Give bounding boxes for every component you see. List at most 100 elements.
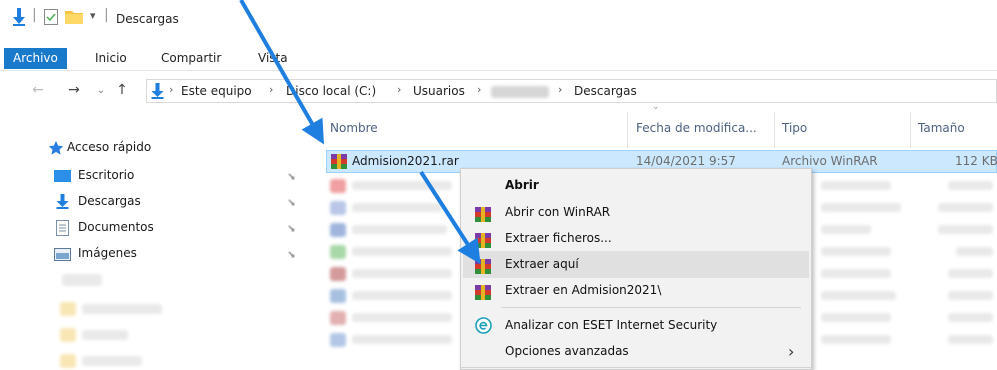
eset-icon <box>475 317 492 334</box>
redacted-file-icon <box>330 179 346 193</box>
winrar-icon <box>475 231 491 248</box>
file-date: 14/04/2021 9:57 <box>636 154 736 168</box>
downloads-icon <box>56 194 72 209</box>
column-header-tamano[interactable]: Tamaño <box>918 121 965 135</box>
tab-vista[interactable]: Vista <box>249 48 297 69</box>
recent-locations-icon[interactable]: ⌄ <box>93 85 109 96</box>
file-size: 112 KB <box>955 154 997 168</box>
sidebar-item-label: Descargas <box>78 194 141 208</box>
pin-icon[interactable]: ➟ <box>284 169 300 185</box>
menu-item-analizar-eset[interactable]: Analizar con ESET Internet Security <box>463 312 809 339</box>
navigation-pane: Acceso rápido Escritorio ➟ Descargas ➟ D… <box>0 106 320 370</box>
star-icon <box>48 140 64 155</box>
redacted-item <box>82 330 128 340</box>
pin-icon[interactable]: ➟ <box>284 195 300 211</box>
redacted-item <box>82 356 142 366</box>
menu-item-label: Abrir con WinRAR <box>505 205 611 219</box>
menu-item-label: Analizar con ESET Internet Security <box>505 318 718 332</box>
redacted-file-icon <box>330 333 346 347</box>
redacted-cell <box>821 225 871 234</box>
redacted-cell <box>938 203 993 212</box>
crumb-este-equipo[interactable]: Este equipo <box>181 84 252 98</box>
pin-icon[interactable]: ➟ <box>284 247 300 263</box>
navigation-bar: ← → ⌄ ↑ › Este equipo › Disco local (C:)… <box>0 76 997 104</box>
redacted-folder-icon <box>60 328 76 342</box>
redacted-folder-icon <box>60 302 76 316</box>
download-arrow-icon[interactable] <box>12 8 26 30</box>
winrar-icon <box>475 257 491 274</box>
crumb-usuarios[interactable]: Usuarios <box>413 84 465 98</box>
downloads-location-icon <box>151 83 164 102</box>
crumb-separator: › <box>558 83 563 96</box>
redacted-file-icon <box>330 223 346 237</box>
redacted-file-name <box>352 335 452 344</box>
redacted-item <box>62 274 102 286</box>
crumb-disco-local[interactable]: Disco local (C:) <box>286 84 376 98</box>
winrar-icon <box>475 283 491 300</box>
redacted-file-icon <box>330 267 346 281</box>
redacted-file-icon <box>330 289 346 303</box>
sort-indicator-icon: ⌄ <box>652 102 660 112</box>
menu-item-opciones-avanzadas[interactable]: Opciones avanzadas › <box>463 338 809 365</box>
redacted-file-icon <box>330 245 346 259</box>
menu-item-extraer-aqui[interactable]: Extraer aquí <box>463 251 809 278</box>
redacted-cell <box>948 269 993 278</box>
column-header-nombre[interactable]: Nombre <box>330 121 378 135</box>
crumb-separator: › <box>269 83 274 96</box>
up-arrow-icon[interactable]: ↑ <box>114 82 130 98</box>
documents-icon <box>56 220 72 236</box>
column-header-tipo[interactable]: Tipo <box>782 121 807 135</box>
tab-inicio[interactable]: Inicio <box>86 48 136 69</box>
pictures-icon <box>54 246 71 261</box>
tab-compartir[interactable]: Compartir <box>152 48 230 69</box>
menu-item-label: Abrir <box>505 178 539 192</box>
crumb-descargas[interactable]: Descargas <box>574 84 637 98</box>
file-name: Admision2021.rar <box>352 154 459 168</box>
redacted-cell <box>821 313 891 322</box>
redacted-file-name <box>352 225 447 234</box>
ribbon-tabs: Archivo Inicio Compartir Vista <box>0 44 997 71</box>
address-bar[interactable]: › Este equipo › Disco local (C:) › Usuar… <box>146 79 997 103</box>
redacted-file-name <box>352 291 452 300</box>
properties-icon[interactable] <box>44 9 58 29</box>
window-title: Descargas <box>116 12 179 26</box>
crumb-separator: › <box>169 83 174 96</box>
menu-separator <box>501 307 801 308</box>
column-divider[interactable] <box>774 112 775 148</box>
file-type: Archivo WinRAR <box>782 154 878 168</box>
redacted-cell <box>821 291 896 300</box>
qa-dropdown-icon[interactable]: ▾ <box>90 9 96 22</box>
sidebar-item-label: Documentos <box>78 220 154 234</box>
tab-archivo[interactable]: Archivo <box>4 48 67 69</box>
menu-item-label: Extraer ficheros... <box>505 231 612 245</box>
menu-item-extraer-ficheros[interactable]: Extraer ficheros... <box>463 225 809 252</box>
menu-item-extraer-en-carpeta[interactable]: Extraer en Admision2021\ <box>463 277 809 304</box>
redacted-username <box>491 86 549 98</box>
menu-item-abrir[interactable]: Abrir <box>463 172 809 199</box>
menu-item-label: Extraer aquí <box>505 257 579 271</box>
sidebar-quick-access-label: Acceso rápido <box>67 140 152 154</box>
column-divider[interactable] <box>910 112 911 148</box>
redacted-file-name <box>352 313 452 322</box>
winrar-icon <box>331 154 347 172</box>
redacted-cell <box>821 269 891 278</box>
column-divider[interactable] <box>627 112 628 148</box>
redacted-file-name <box>352 269 452 278</box>
column-header-fecha[interactable]: Fecha de modifica... <box>636 121 757 135</box>
winrar-icon <box>475 205 491 222</box>
forward-arrow-icon[interactable]: → <box>66 82 82 98</box>
redacted-cell <box>938 225 993 234</box>
redacted-cell <box>948 335 993 344</box>
context-menu: Abrir Abrir con WinRAR Extraer ficheros.… <box>460 168 812 370</box>
redacted-cell <box>948 181 993 190</box>
new-folder-icon[interactable] <box>65 9 83 28</box>
menu-item-abrir-con-winrar[interactable]: Abrir con WinRAR <box>463 199 809 226</box>
menu-item-label: Extraer en Admision2021\ <box>505 283 662 297</box>
redacted-file-name <box>352 203 442 212</box>
redacted-file-name <box>352 247 452 256</box>
redacted-folder-icon <box>60 354 76 368</box>
pin-icon[interactable]: ➟ <box>284 221 300 237</box>
back-arrow-icon[interactable]: ← <box>30 82 46 98</box>
sidebar-item-label: Imágenes <box>78 246 137 260</box>
menu-item-label: Opciones avanzadas <box>505 344 629 358</box>
